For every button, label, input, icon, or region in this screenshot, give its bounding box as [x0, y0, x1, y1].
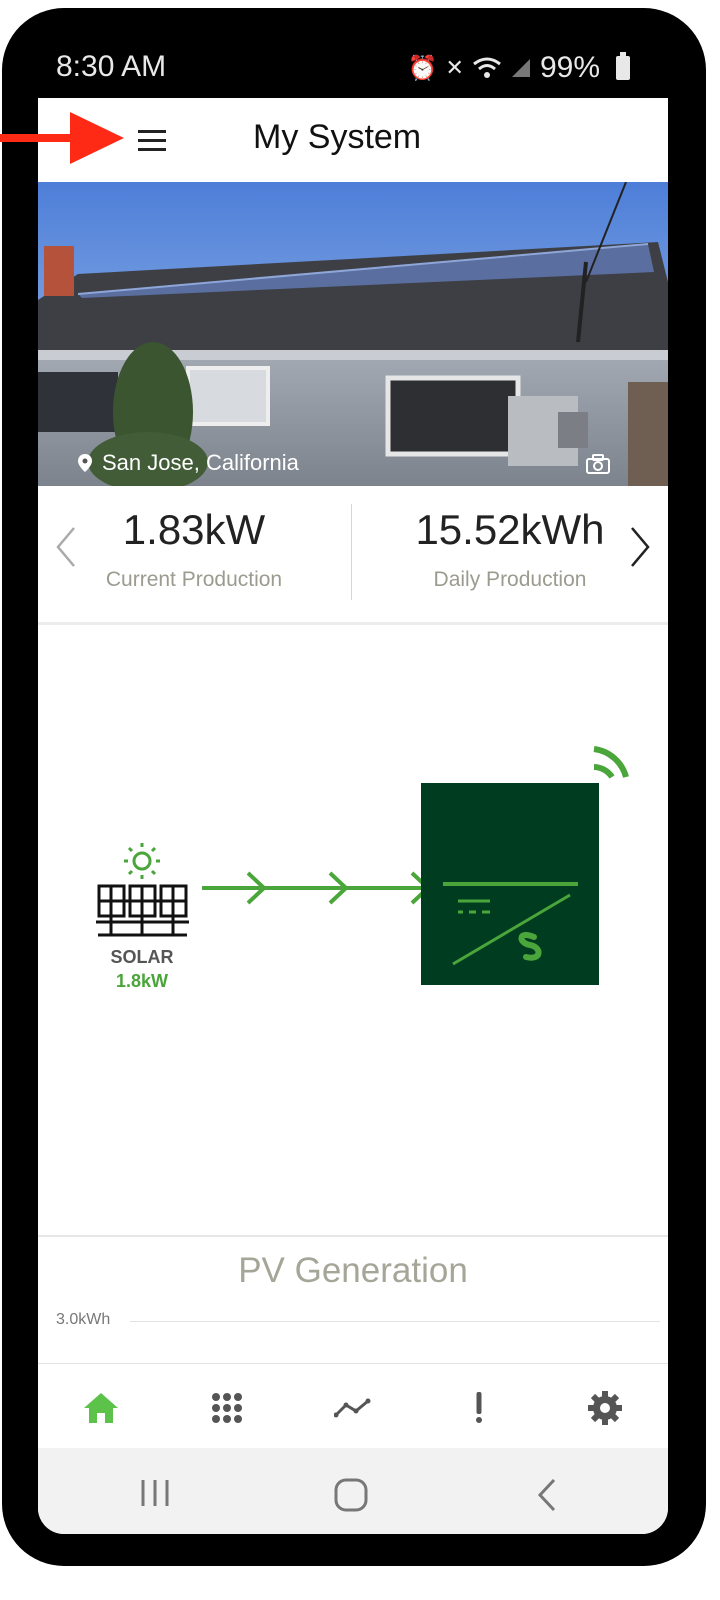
app-screen: My System San Jose, California 1.83kW Cu…	[38, 98, 668, 1534]
nav-trends[interactable]	[333, 1390, 373, 1426]
location-text: San Jose, California	[102, 450, 299, 475]
battery-text: 99%	[539, 51, 600, 84]
wifi-icon	[473, 57, 501, 78]
signal-icon	[511, 59, 530, 77]
system-nav-bar	[38, 1448, 668, 1534]
nav-alerts[interactable]	[459, 1390, 499, 1426]
pv-generation-card[interactable]: PV Generation 3.0kWh	[38, 1235, 668, 1365]
recent-apps-icon[interactable]	[138, 1478, 172, 1508]
status-icons: ⏰ ✕ 99%	[408, 51, 630, 85]
daily-production: 15.52kWh Daily Production	[370, 506, 650, 592]
chevron-right-icon[interactable]	[628, 526, 652, 568]
solar-label: SOLAR	[110, 947, 174, 967]
menu-icon[interactable]	[134, 126, 170, 154]
alert-icon	[476, 1392, 482, 1423]
inverter-icon[interactable]	[421, 783, 599, 985]
nav-settings[interactable]	[585, 1390, 625, 1426]
pv-axis-label: 3.0kWh	[56, 1311, 111, 1328]
current-production-label: Current Production	[105, 568, 283, 591]
camera-icon[interactable]	[586, 454, 610, 474]
pv-gridline	[130, 1321, 660, 1322]
nav-home[interactable]	[81, 1390, 121, 1426]
back-icon[interactable]	[536, 1478, 558, 1512]
home-button-icon[interactable]	[334, 1478, 368, 1512]
energy-flow: SOLAR 1.8kW	[38, 625, 668, 1235]
annotation-arrow	[0, 112, 124, 164]
status-bar: 8:30 AM ⏰ ✕ 99%	[38, 40, 668, 96]
house-photo: San Jose, California	[38, 182, 668, 486]
house-image	[38, 182, 668, 486]
alarm-icon: ⏰	[407, 54, 438, 82]
home-icon	[84, 1393, 118, 1423]
app-bar: My System	[38, 98, 668, 183]
energy-flow-diagram	[96, 746, 629, 985]
sun-icon	[124, 843, 160, 879]
mute-icon: ✕	[445, 55, 464, 80]
apps-grid-icon	[212, 1393, 242, 1423]
location-label: San Jose, California	[78, 450, 299, 476]
nav-apps[interactable]	[207, 1390, 247, 1426]
status-time: 8:30 AM	[56, 50, 167, 83]
power-flow-arrow	[202, 871, 431, 905]
production-stats: 1.83kW Current Production 15.52kWh Daily…	[38, 486, 668, 625]
trend-icon	[334, 1398, 371, 1418]
solar-panel-icon[interactable]	[96, 884, 189, 937]
battery-icon	[616, 52, 630, 80]
pv-generation-title: PV Generation	[238, 1251, 468, 1290]
gear-icon	[588, 1391, 622, 1425]
location-pin-icon	[78, 454, 92, 472]
daily-production-value: 15.52kWh	[415, 506, 605, 553]
bottom-nav	[38, 1363, 668, 1449]
stats-divider	[351, 504, 352, 600]
solar-value: 1.8kW	[115, 971, 169, 991]
current-production-value: 1.83kW	[122, 506, 266, 553]
current-production: 1.83kW Current Production	[54, 506, 334, 592]
daily-production-label: Daily Production	[433, 568, 587, 591]
page-title: My System	[253, 118, 422, 156]
connection-signal-icon	[593, 746, 629, 779]
